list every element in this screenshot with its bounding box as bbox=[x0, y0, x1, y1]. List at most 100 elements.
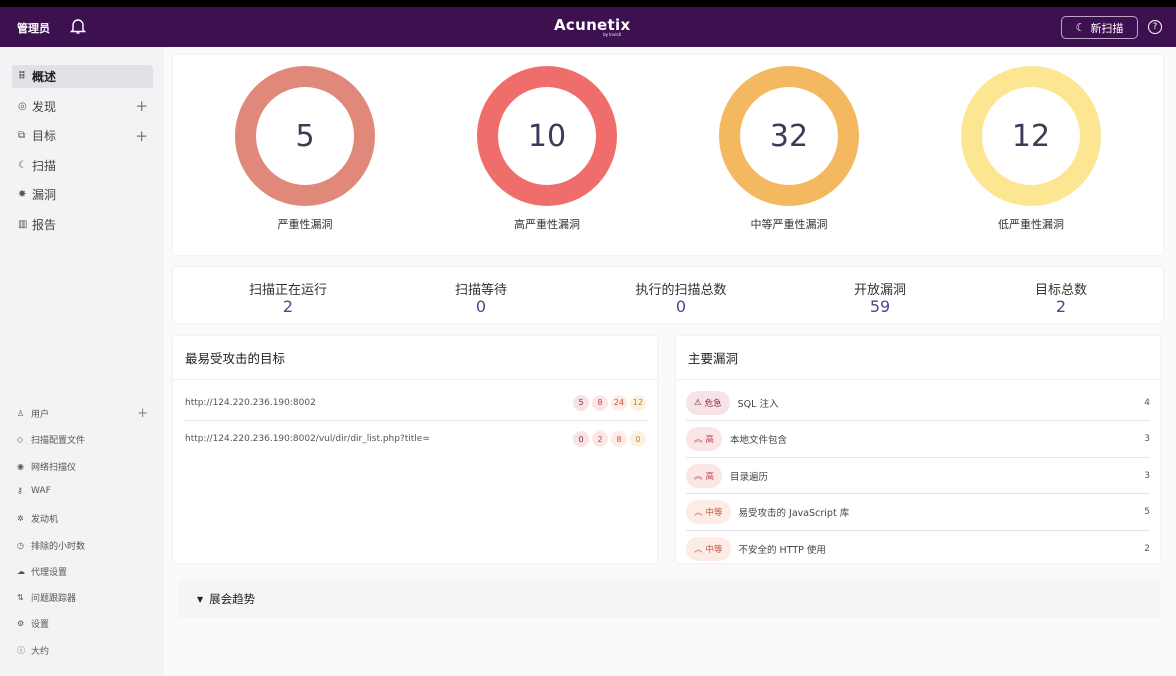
sidebar-item-label: 大约 bbox=[31, 646, 50, 657]
tracker-icon: ⇅ bbox=[17, 593, 24, 603]
stat-value[interactable]: 59 bbox=[800, 297, 960, 316]
vulnerability-row[interactable]: ︿ 中等 易受攻击的 JavaScript 库5 bbox=[686, 495, 1150, 531]
sidebar-item-bottom-5[interactable]: ◷ 排除的小时数 bbox=[17, 539, 150, 552]
top-bar bbox=[0, 0, 1176, 7]
sidebar-item-2[interactable]: ⧉ 目标 + bbox=[12, 124, 153, 147]
vulnerability-count: 3 bbox=[1144, 434, 1150, 445]
sidebar-item-3[interactable]: ☾ 扫描 bbox=[12, 154, 153, 177]
severity-badge: ︿ 中等 bbox=[686, 537, 731, 562]
severity-donut[interactable]: 10 高严重性漏洞 bbox=[477, 66, 617, 232]
donut-label: 高严重性漏洞 bbox=[514, 218, 580, 231]
sidebar-item-bottom-4[interactable]: ✲ 发动机 bbox=[17, 512, 150, 525]
sidebar-item-bottom-2[interactable]: ◉ 网络扫描仪 bbox=[17, 460, 150, 473]
stat-label: 目标总数 bbox=[1034, 283, 1087, 298]
severity-label: 中等 bbox=[705, 545, 723, 556]
sidebar-item-label: 概述 bbox=[32, 70, 57, 84]
card-title: 主要漏洞 bbox=[688, 351, 739, 366]
sidebar-item-0[interactable]: ⠿ 概述 bbox=[12, 65, 153, 88]
stat-label: 扫描等待 bbox=[454, 283, 507, 298]
top-vulnerabilities-card: 主要漏洞 ⚠ 危急 SQL 注入 4 ︽ 高本地文件包含 3 ︽ 高目录遍历 3 ︿ 中等 易受攻击的 … bbox=[676, 336, 1160, 563]
trends-expander[interactable]: ▼ 展会趋势 bbox=[178, 580, 1160, 618]
sidebar-item-bottom-8[interactable]: ⚙ 设置 bbox=[17, 617, 150, 630]
app-header: 管理员 Acunetix by Invicti ☾ 新扫描 ? bbox=[0, 7, 1176, 47]
severity-badge: ︽ 高 bbox=[686, 427, 723, 452]
card-title: 最易受攻击的目标 bbox=[185, 351, 286, 366]
stat-item: 目标总数 2 bbox=[981, 279, 1141, 316]
sidebar-item-5[interactable]: ▥ 报告 bbox=[12, 213, 153, 236]
bell-icon[interactable] bbox=[69, 17, 87, 39]
acunetix-logo[interactable]: Acunetix by Invicti bbox=[554, 15, 630, 37]
sidebar-item-label: 发现 bbox=[32, 99, 57, 114]
add-icon[interactable]: + bbox=[137, 406, 148, 421]
stat-label: 开放漏洞 bbox=[853, 283, 906, 298]
stat-value[interactable]: 0 bbox=[401, 297, 561, 316]
sidebar-item-label: 排除的小时数 bbox=[31, 541, 86, 552]
stat-item: 执行的扫描总数 0 bbox=[601, 279, 761, 316]
sidebar-item-label: 报告 bbox=[32, 217, 57, 232]
sidebar-item-1[interactable]: ◎ 发现 + bbox=[12, 95, 153, 118]
add-icon[interactable]: + bbox=[135, 97, 148, 115]
warning-icon: ⚠ bbox=[694, 397, 702, 408]
sidebar-item-bottom-0[interactable]: ♙ 用户 + bbox=[17, 406, 150, 421]
help-icon[interactable]: ? bbox=[1148, 20, 1162, 34]
vulnerability-name: SQL 注入 bbox=[737, 398, 779, 410]
add-icon[interactable]: + bbox=[135, 127, 148, 145]
stat-item: 扫描正在运行 2 bbox=[208, 279, 368, 316]
donut-value: 12 bbox=[982, 87, 1080, 185]
stat-value[interactable]: 2 bbox=[981, 297, 1141, 316]
sidebar-item-label: 扫描 bbox=[32, 158, 57, 173]
severity-label: 危急 bbox=[704, 398, 722, 409]
target-row: http://124.220.236.190:8002/vul/dir/dir_… bbox=[185, 421, 647, 457]
severity-summary-card: 5 严重性漏洞 10 高严重性漏洞 32 中等严重性漏洞 12 低严重性漏洞 bbox=[173, 55, 1163, 255]
targets-icon: ⧉ bbox=[18, 130, 26, 141]
vulnerability-row[interactable]: ︽ 高目录遍历 3 bbox=[686, 458, 1150, 495]
count-badge: 8 bbox=[592, 394, 608, 411]
bug-icon: ✸ bbox=[18, 189, 27, 200]
sidebar-item-bottom-7[interactable]: ⇅ 问题跟踪器 bbox=[17, 591, 150, 604]
sidebar: ⠿ 概述 ◎ 发现 + ⧉ 目标 + ☾ 扫描 ✸ 漏洞 ▥ 报告 ♙ 用户 + ◇ 扫描配置文件 ◉ 网络扫描仪 ⚷ WA… bbox=[0, 47, 164, 676]
new-scan-button[interactable]: ☾ 新扫描 bbox=[1061, 16, 1138, 39]
target-url[interactable]: http://124.220.236.190:8002 bbox=[185, 398, 316, 408]
sidebar-item-bottom-9[interactable]: ⓘ 大约 bbox=[17, 644, 150, 657]
sidebar-item-label: 网络扫描仪 bbox=[31, 462, 77, 473]
chevron-up-icon: ︽ bbox=[694, 471, 703, 482]
vulnerability-row[interactable]: ︿ 中等 不安全的 HTTP 使用 2 bbox=[686, 531, 1150, 567]
info-icon: ⓘ bbox=[17, 645, 25, 655]
target-icon: ◎ bbox=[18, 100, 27, 112]
severity-donut[interactable]: 5 严重性漏洞 bbox=[235, 66, 375, 232]
sidebar-item-bottom-3[interactable]: ⚷ WAF bbox=[17, 486, 150, 496]
sidebar-item-label: 设置 bbox=[31, 620, 50, 631]
severity-label: 高 bbox=[705, 435, 715, 446]
sidebar-item-4[interactable]: ✸ 漏洞 bbox=[12, 183, 153, 206]
vulnerability-row[interactable]: ︽ 高本地文件包含 3 bbox=[686, 422, 1150, 458]
sidebar-item-label: 漏洞 bbox=[32, 188, 57, 202]
scan-stats-card: 扫描正在运行 2 扫描等待 0 执行的扫描总数 0 开放漏洞 59 目标总数 2 bbox=[173, 267, 1163, 323]
donut-value: 10 bbox=[498, 87, 596, 185]
stat-value[interactable]: 0 bbox=[601, 297, 761, 316]
sidebar-item-label: 发动机 bbox=[31, 515, 59, 526]
severity-donut[interactable]: 32 中等严重性漏洞 bbox=[719, 66, 859, 232]
sidebar-item-label: 扫描配置文件 bbox=[31, 436, 86, 447]
chart-icon: ▥ bbox=[18, 218, 28, 230]
vulnerability-row[interactable]: ⚠ 危急 SQL 注入 4 bbox=[686, 385, 1150, 421]
donut-label: 低严重性漏洞 bbox=[998, 218, 1064, 231]
sidebar-item-bottom-6[interactable]: ☁ 代理设置 bbox=[17, 565, 150, 578]
cloud-icon: ☁ bbox=[17, 566, 25, 576]
target-url[interactable]: http://124.220.236.190:8002/vul/dir/dir_… bbox=[185, 434, 430, 444]
sidebar-item-label: WAF bbox=[31, 485, 51, 496]
severity-donut[interactable]: 12 低严重性漏洞 bbox=[961, 66, 1101, 232]
user-menu[interactable]: 管理员 bbox=[17, 20, 50, 36]
vulnerability-count: 2 bbox=[1144, 544, 1150, 555]
divider bbox=[676, 379, 1160, 380]
grid-icon: ⠿ bbox=[18, 71, 26, 82]
sidebar-item-bottom-1[interactable]: ◇ 扫描配置文件 bbox=[17, 433, 150, 446]
chevron-up-icon: ︿ bbox=[694, 545, 703, 556]
vulnerability-name: 不安全的 HTTP 使用 bbox=[738, 545, 826, 557]
donut-value: 5 bbox=[256, 87, 354, 185]
donut-ring: 12 bbox=[961, 66, 1101, 206]
key-icon: ⚷ bbox=[17, 486, 23, 496]
sidebar-item-label: 用户 bbox=[31, 410, 50, 420]
stat-value[interactable]: 2 bbox=[208, 297, 368, 316]
donut-ring: 10 bbox=[477, 66, 617, 206]
severity-badge: ︿ 中等 bbox=[686, 500, 731, 525]
